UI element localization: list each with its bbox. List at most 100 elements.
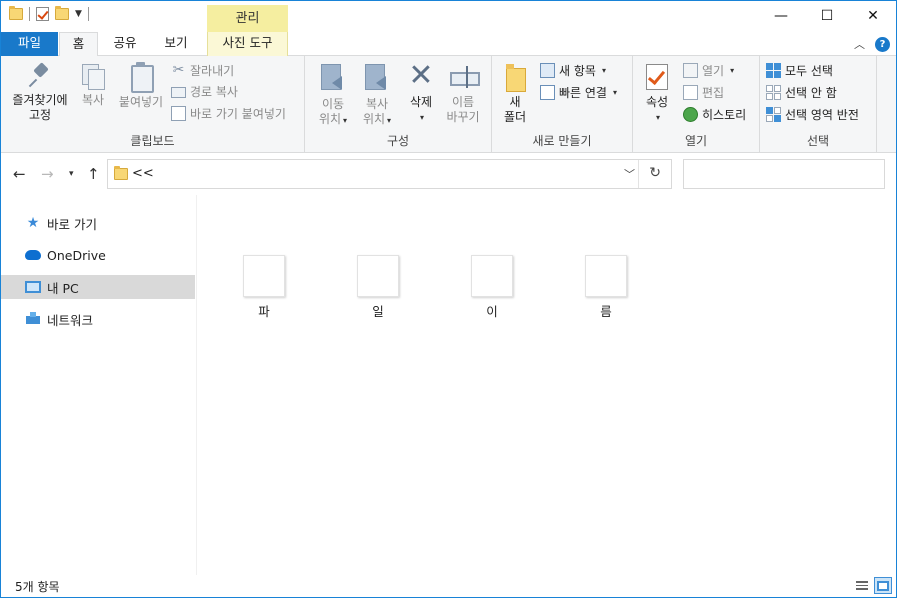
properties-qat-icon[interactable]	[36, 7, 49, 21]
nav-item-label: 바로 가기	[47, 216, 97, 232]
rename-button[interactable]: 이름 바꾸기	[441, 62, 485, 125]
breadcrumb-overflow[interactable]: <<	[132, 166, 154, 181]
easy-access-icon	[540, 84, 555, 100]
history-icon	[683, 106, 698, 122]
file-item[interactable]: 파	[231, 255, 297, 320]
new-folder-qat-icon[interactable]	[55, 6, 69, 20]
tab-view[interactable]: 보기	[153, 32, 199, 56]
up-arrow-icon[interactable]: ↑	[87, 165, 100, 183]
delete-label: 삭제	[409, 95, 433, 109]
help-icon[interactable]: ?	[875, 36, 890, 52]
select-group-label: 선택	[806, 134, 830, 148]
history-label: 히스토리	[702, 107, 747, 122]
address-bar[interactable]: << ﹀ ↻	[107, 159, 672, 189]
nav-item-network[interactable]: 네트워크	[1, 307, 195, 331]
open-group-label: 열기	[684, 134, 708, 148]
dropdown-arrow-icon: ▾	[730, 65, 735, 75]
dropdown-arrow-icon: ▾	[387, 116, 392, 125]
cut-label: 잘라내기	[190, 63, 235, 78]
title-bar: ▼ 관리 — ☐ ✕	[1, 1, 896, 32]
ribbon: 즐겨찾기에 고정 복사 붙여넣기 ✂ 잘라내기 경로 복사 바로 가기 붙여넣기…	[1, 56, 896, 153]
nav-item-quick-access[interactable]: ★ 바로 가기	[1, 211, 195, 235]
tab-picture-tools[interactable]: 사진 도구	[207, 32, 288, 56]
file-item[interactable]: 일	[345, 255, 411, 320]
star-icon: ★	[26, 215, 40, 231]
customize-qat-icon[interactable]: ▼	[75, 9, 82, 19]
edit-button[interactable]: 편집	[683, 82, 724, 102]
toolbar-separator	[29, 7, 30, 21]
close-button[interactable]: ✕	[850, 1, 896, 31]
large-icons-view-button[interactable]	[874, 577, 892, 594]
new-folder-button[interactable]: 새 폴더	[500, 62, 530, 125]
history-button[interactable]: 히스토리	[683, 104, 746, 124]
copy-icon	[80, 62, 106, 90]
tab-home[interactable]: 홈	[59, 32, 98, 57]
rename-label-line1: 이름	[451, 95, 475, 109]
delete-button[interactable]: ✕ 삭제 ▾	[403, 61, 439, 125]
new-group-label: 새로 만들기	[532, 134, 592, 148]
details-view-button[interactable]	[853, 577, 871, 594]
pin-label-line2: 고정	[28, 108, 52, 122]
file-name: 파	[258, 304, 270, 319]
paste-icon	[128, 62, 154, 93]
status-bar: 5개 항목	[1, 575, 896, 597]
nav-item-this-pc[interactable]: 내 PC	[1, 275, 195, 299]
minimize-button[interactable]: —	[758, 1, 804, 31]
move-to-icon	[318, 62, 348, 94]
open-button[interactable]: 열기 ▾	[683, 60, 734, 80]
file-name: 일	[372, 304, 384, 319]
group-organize: 이동 위치 ▾ 복사 위치 ▾ ✕ 삭제 ▾ 이름 바꾸기 구성	[305, 56, 492, 153]
copy-to-label-line1: 복사	[365, 97, 389, 111]
copy-path-button[interactable]: 경로 복사	[171, 81, 238, 101]
forward-arrow-icon[interactable]: →	[41, 165, 54, 183]
move-to-button[interactable]: 이동 위치 ▾	[311, 62, 355, 128]
file-item[interactable]: 이	[459, 255, 525, 320]
file-thumbnail	[585, 255, 627, 297]
invert-selection-button[interactable]: 선택 영역 반전	[766, 104, 859, 124]
properties-button[interactable]: 속성 ▾	[639, 62, 675, 125]
rename-icon	[448, 62, 480, 92]
select-all-icon	[766, 62, 781, 78]
easy-access-button[interactable]: 빠른 연결 ▾	[540, 82, 617, 102]
select-none-button[interactable]: 선택 안 함	[766, 82, 837, 102]
address-divider	[638, 160, 639, 188]
new-item-label: 새 항목	[559, 63, 596, 78]
computer-icon	[25, 281, 41, 293]
copy-button[interactable]: 복사	[75, 62, 111, 108]
select-none-label: 선택 안 함	[785, 85, 837, 100]
cut-button[interactable]: ✂ 잘라내기	[171, 60, 235, 80]
open-label: 열기	[702, 63, 725, 78]
dropdown-arrow-icon: ▾	[343, 116, 348, 125]
edit-label: 편집	[702, 85, 725, 100]
paste-button[interactable]: 붙여넣기	[115, 62, 167, 110]
nav-item-label: 네트워크	[47, 312, 94, 328]
copy-to-button[interactable]: 복사 위치 ▾	[355, 62, 399, 128]
move-label-line1: 이동	[321, 97, 345, 111]
paste-shortcut-icon	[171, 105, 186, 121]
clipboard-group-label: 클립보드	[130, 134, 175, 148]
search-input[interactable]	[683, 159, 885, 189]
file-item[interactable]: 름	[573, 255, 639, 320]
tab-share[interactable]: 공유	[105, 32, 145, 56]
file-list: 파 일 이 름	[198, 195, 896, 575]
pin-to-quick-access-button[interactable]: 즐겨찾기에 고정	[5, 62, 75, 123]
copy-path-icon	[171, 86, 186, 98]
refresh-icon[interactable]: ↻	[649, 165, 661, 181]
new-item-button[interactable]: 새 항목 ▾	[540, 60, 606, 80]
cloud-icon	[25, 250, 41, 260]
copy-path-label: 경로 복사	[190, 84, 238, 99]
dropdown-arrow-icon: ▾	[655, 113, 660, 122]
paste-shortcut-button[interactable]: 바로 가기 붙여넣기	[171, 103, 286, 123]
recent-locations-chevron-icon[interactable]: ▾	[69, 169, 74, 179]
back-arrow-icon[interactable]: ←	[13, 165, 26, 183]
address-history-chevron-icon[interactable]: ﹀	[624, 166, 635, 182]
group-new: 새 폴더 새 항목 ▾ 빠른 연결 ▾ 새로 만들기	[492, 56, 633, 153]
collapse-ribbon-icon[interactable]: ︿	[854, 36, 865, 52]
maximize-button[interactable]: ☐	[804, 1, 850, 31]
invert-selection-label: 선택 영역 반전	[785, 107, 859, 122]
tab-file[interactable]: 파일	[1, 32, 58, 56]
navigation-pane: ★ 바로 가기 OneDrive 내 PC 네트워크	[1, 195, 197, 575]
quick-access-toolbar: ▼	[9, 6, 89, 21]
select-all-button[interactable]: 모두 선택	[766, 60, 833, 80]
nav-item-onedrive[interactable]: OneDrive	[1, 243, 195, 267]
